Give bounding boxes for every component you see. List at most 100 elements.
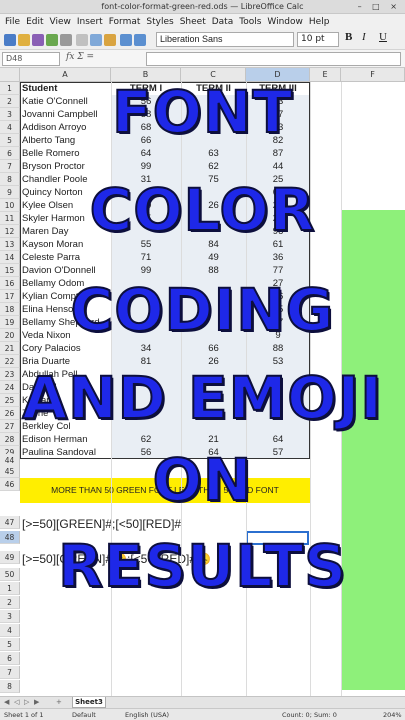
- row-header[interactable]: 2: [0, 596, 20, 609]
- row-header[interactable]: 12: [0, 225, 20, 238]
- column-header-f[interactable]: F: [341, 68, 405, 82]
- formula-input[interactable]: [146, 52, 401, 66]
- row-header[interactable]: 26: [0, 407, 20, 420]
- row-header[interactable]: 4: [0, 121, 20, 134]
- student-name-cell[interactable]: Maren Day: [20, 225, 111, 238]
- score-cell[interactable]: [246, 407, 310, 420]
- score-cell[interactable]: [181, 394, 246, 407]
- student-name-cell[interactable]: Kylee Olsen: [20, 199, 111, 212]
- score-cell[interactable]: 77: [246, 264, 310, 277]
- score-cell[interactable]: 85: [246, 303, 310, 316]
- column-header-c[interactable]: C: [181, 68, 246, 82]
- score-cell[interactable]: [181, 134, 246, 147]
- score-cell[interactable]: 61: [246, 186, 310, 199]
- new-document-icon[interactable]: [4, 34, 16, 46]
- score-cell[interactable]: 25: [246, 173, 310, 186]
- row-header[interactable]: 18: [0, 303, 20, 316]
- formula-icon[interactable]: =: [87, 52, 95, 62]
- menu-window[interactable]: Window: [264, 17, 306, 27]
- score-cell[interactable]: [181, 381, 246, 394]
- tab-sheet3[interactable]: Sheet3: [72, 697, 106, 708]
- row-header[interactable]: 7: [0, 666, 20, 679]
- score-cell[interactable]: 45: [111, 212, 181, 225]
- add-sheet-icon[interactable]: +: [56, 697, 62, 708]
- tab-first-icon[interactable]: ◀: [4, 697, 9, 708]
- student-name-cell[interactable]: Veda Nixon: [20, 329, 111, 342]
- status-language[interactable]: English (USA): [125, 709, 169, 720]
- score-cell[interactable]: [181, 121, 246, 134]
- score-cell[interactable]: 84: [181, 238, 246, 251]
- student-name-cell[interactable]: Addison Arroyo: [20, 121, 111, 134]
- score-cell[interactable]: [246, 420, 310, 433]
- row-header[interactable]: 5: [0, 134, 20, 147]
- score-cell[interactable]: [246, 394, 310, 407]
- window-controls[interactable]: – □ ×: [358, 0, 401, 14]
- score-cell[interactable]: 71: [111, 251, 181, 264]
- score-cell[interactable]: [181, 316, 246, 329]
- bold-button[interactable]: B: [345, 31, 352, 43]
- menu-view[interactable]: View: [47, 17, 74, 27]
- score-cell[interactable]: 64: [246, 433, 310, 446]
- student-name-cell[interactable]: Bellamy Sheppard: [20, 316, 111, 329]
- sum-icon[interactable]: Σ: [77, 52, 83, 62]
- score-cell[interactable]: [181, 407, 246, 420]
- score-cell[interactable]: 26: [181, 355, 246, 368]
- score-cell[interactable]: [111, 316, 181, 329]
- row-header[interactable]: 49: [0, 551, 20, 564]
- export-pdf-icon[interactable]: [46, 34, 58, 46]
- student-name-cell[interactable]: Davion O'Donnell: [20, 264, 111, 277]
- row-header[interactable]: 3: [0, 108, 20, 121]
- score-cell[interactable]: 99: [111, 160, 181, 173]
- row-header[interactable]: 14: [0, 251, 20, 264]
- score-cell[interactable]: 44: [246, 160, 310, 173]
- score-cell[interactable]: 55: [111, 238, 181, 251]
- student-name-cell[interactable]: Quincy Norton: [20, 186, 111, 199]
- menu-tools[interactable]: Tools: [236, 17, 264, 27]
- font-size-box[interactable]: 10 pt: [297, 32, 339, 47]
- tab-last-icon[interactable]: ▶: [34, 697, 39, 708]
- score-cell[interactable]: 87: [246, 147, 310, 160]
- student-name-cell[interactable]: Celeste Parra: [20, 251, 111, 264]
- italic-button[interactable]: I: [362, 31, 366, 43]
- selected-cell-d48[interactable]: [246, 531, 309, 545]
- score-cell[interactable]: [181, 212, 246, 225]
- score-cell[interactable]: 63: [181, 147, 246, 160]
- open-folder-icon[interactable]: [18, 34, 30, 46]
- score-cell[interactable]: 62: [111, 433, 181, 446]
- student-name-cell[interactable]: Kehlani: [20, 394, 111, 407]
- menu-file[interactable]: File: [2, 17, 23, 27]
- row-header[interactable]: 48: [0, 531, 20, 544]
- row-header[interactable]: 9: [0, 186, 20, 199]
- table-header-cell[interactable]: TERM II: [181, 82, 246, 95]
- score-cell[interactable]: 68: [111, 121, 181, 134]
- score-cell[interactable]: [181, 329, 246, 342]
- score-cell[interactable]: 27: [246, 277, 310, 290]
- status-zoom[interactable]: 204%: [383, 709, 402, 720]
- row-header[interactable]: 7: [0, 160, 20, 173]
- row-header[interactable]: 22: [0, 355, 20, 368]
- row-header[interactable]: 1: [0, 82, 20, 95]
- row-header[interactable]: 23: [0, 368, 20, 381]
- menu-insert[interactable]: Insert: [74, 17, 106, 27]
- row-header[interactable]: 46: [0, 478, 20, 491]
- score-cell[interactable]: [246, 381, 310, 394]
- undo-icon[interactable]: [120, 34, 132, 46]
- score-cell[interactable]: 82: [246, 134, 310, 147]
- row-header[interactable]: 3: [0, 610, 20, 623]
- column-header-b[interactable]: B: [111, 68, 181, 82]
- table-header-cell[interactable]: TERM III: [246, 82, 310, 95]
- row-header[interactable]: 10: [0, 199, 20, 212]
- score-cell[interactable]: [111, 420, 181, 433]
- row-header[interactable]: 50: [0, 568, 20, 581]
- student-name-cell[interactable]: Bryson Proctor: [20, 160, 111, 173]
- row-header[interactable]: 6: [0, 147, 20, 160]
- score-cell[interactable]: 88: [181, 264, 246, 277]
- student-name-cell[interactable]: Bria Duarte: [20, 355, 111, 368]
- score-cell[interactable]: 64: [111, 147, 181, 160]
- student-name-cell[interactable]: Edison Herman: [20, 433, 111, 446]
- score-cell[interactable]: 96: [246, 225, 310, 238]
- student-name-cell[interactable]: Cory Palacios: [20, 342, 111, 355]
- save-icon[interactable]: [32, 34, 44, 46]
- menu-format[interactable]: Format: [106, 17, 144, 27]
- score-cell[interactable]: 99: [111, 264, 181, 277]
